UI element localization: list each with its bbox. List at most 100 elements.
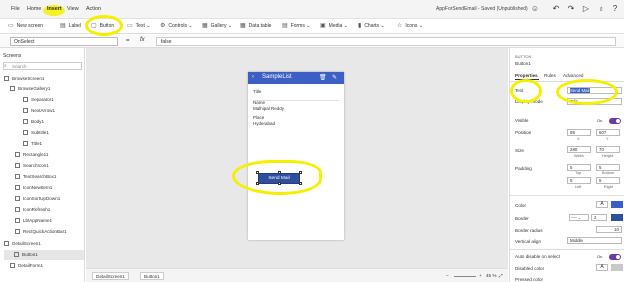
tree-item[interactable]: BrowseGallery1 bbox=[10, 84, 50, 94]
control-icon bbox=[23, 97, 28, 103]
resize-handle[interactable] bbox=[299, 171, 302, 174]
data-table-button[interactable]: ▦ Data table bbox=[240, 21, 271, 32]
resize-handle[interactable] bbox=[256, 182, 259, 185]
fit-icon[interactable]: ⤢ bbox=[499, 273, 503, 278]
control-icon bbox=[23, 141, 28, 147]
padding-left-input[interactable]: 5 bbox=[567, 177, 591, 184]
resize-handle[interactable] bbox=[299, 182, 302, 185]
border-style-dropdown[interactable]: ── ⌄ bbox=[569, 214, 589, 221]
edit-icon[interactable]: ✎ bbox=[332, 74, 337, 81]
zoom-out-icon[interactable]: − bbox=[446, 273, 449, 278]
crumb-control[interactable]: Button1 bbox=[140, 272, 164, 280]
tree-item[interactable]: IconNewItem1 bbox=[15, 183, 52, 193]
undo-icon[interactable]: ↶ bbox=[550, 3, 562, 15]
field-value: Malhipal Reddy bbox=[253, 106, 285, 111]
tree-item[interactable]: IconSortUpDown1 bbox=[15, 194, 60, 204]
icons-button[interactable]: ☆ Icons ⌄ bbox=[397, 21, 423, 32]
media-button[interactable]: ▣ Media ⌄ bbox=[320, 21, 348, 32]
gallery-button[interactable]: ▦ Gallery ⌄ bbox=[202, 21, 232, 32]
redo-icon[interactable]: ↷ bbox=[565, 3, 577, 15]
menu-file[interactable]: File bbox=[11, 6, 20, 12]
user-icon[interactable]: ♁ bbox=[595, 3, 607, 15]
tree-item[interactable]: TextSearchBox1 bbox=[15, 172, 56, 182]
right-caption: Right bbox=[604, 185, 613, 189]
delete-icon[interactable]: 🗑 bbox=[319, 74, 327, 81]
width-caption: Width bbox=[574, 154, 584, 158]
border-radius-label: Border radius bbox=[515, 228, 543, 233]
label-button[interactable]: ▤ Label bbox=[60, 21, 81, 32]
padding-top-input[interactable]: 5 bbox=[567, 164, 591, 171]
crumb-screen[interactable]: DetailScreen1 bbox=[92, 272, 129, 280]
tab-rules[interactable]: Rules bbox=[544, 73, 556, 78]
fill-color-swatch[interactable] bbox=[611, 201, 623, 208]
control-icon bbox=[23, 108, 28, 114]
position-y-input[interactable]: 607 bbox=[596, 129, 620, 136]
controls-button[interactable]: ⚙ Controls ⌄ bbox=[160, 21, 193, 32]
app-title: AppForSendEmail - Saved (Unpublished) bbox=[436, 6, 528, 12]
border-color-swatch[interactable] bbox=[611, 214, 623, 221]
run-icon[interactable]: ▷ bbox=[580, 3, 592, 15]
display-mode-dropdown[interactable]: Edit bbox=[567, 98, 622, 105]
formula-input[interactable]: false bbox=[156, 37, 616, 46]
tree-item[interactable]: Body1 bbox=[23, 117, 44, 127]
tree-item[interactable]: DetailForm1 bbox=[10, 261, 43, 271]
visible-toggle[interactable] bbox=[609, 118, 621, 124]
screens-pane: Screens ⌕ Search BrowseScreen1 BrowseGal… bbox=[0, 48, 85, 282]
position-x-input[interactable]: 88 bbox=[567, 129, 591, 136]
tree-item[interactable]: Rectangle11 bbox=[15, 150, 48, 160]
field-label: Place bbox=[253, 115, 265, 120]
tree-item-selected[interactable]: Button1 bbox=[4, 250, 84, 260]
tree-item[interactable]: Subtitle1 bbox=[23, 128, 49, 138]
resize-handle[interactable] bbox=[278, 182, 281, 185]
new-screen-button[interactable]: ▭ New screen bbox=[8, 21, 43, 32]
back-icon[interactable]: ‹ bbox=[252, 74, 254, 80]
help-icon[interactable]: ? bbox=[609, 3, 621, 15]
auto-disable-toggle[interactable] bbox=[609, 254, 621, 260]
border-radius-input[interactable]: 10 bbox=[596, 226, 622, 233]
new-screen-icon: ▭ bbox=[8, 23, 14, 29]
insert-button-button[interactable]: ▢ Button bbox=[91, 21, 114, 32]
zoom-slider[interactable] bbox=[454, 276, 476, 277]
menu-action[interactable]: Action bbox=[86, 6, 101, 12]
property-dropdown[interactable]: OnSelect bbox=[10, 37, 118, 46]
tree-item[interactable]: IconRefresh1 bbox=[15, 205, 50, 215]
tree-item[interactable]: Separator1 bbox=[23, 95, 54, 105]
resize-handle[interactable] bbox=[256, 171, 259, 174]
tab-advanced[interactable]: Advanced bbox=[563, 73, 583, 78]
menu-home[interactable]: Home bbox=[27, 6, 41, 12]
button-icon bbox=[14, 252, 19, 258]
tree-item[interactable]: BrowseScreen1 bbox=[4, 74, 84, 84]
health-icon[interactable]: ☺ bbox=[529, 3, 541, 15]
charts-button[interactable]: ▮ Charts ⌄ bbox=[358, 21, 385, 32]
border-width-input[interactable]: 2 bbox=[591, 214, 607, 221]
field-label: Name bbox=[253, 100, 266, 105]
equals-icon: = bbox=[126, 38, 130, 44]
auto-disable-state: On bbox=[597, 254, 603, 259]
media-icon: ▣ bbox=[320, 23, 326, 29]
text-button[interactable]: ▭ Text ⌄ bbox=[127, 21, 150, 32]
control-icon bbox=[15, 152, 20, 158]
tree-item[interactable]: SearchIcon1 bbox=[15, 161, 49, 171]
disabled-font-color-icon[interactable]: A bbox=[596, 264, 608, 271]
padding-bottom-input[interactable]: 5 bbox=[596, 164, 620, 171]
tree-item[interactable]: LblAppName1 bbox=[15, 216, 52, 226]
zoom-in-icon[interactable]: + bbox=[479, 273, 482, 278]
tree-item[interactable]: DetailScreen1 bbox=[4, 239, 84, 249]
padding-right-input[interactable]: 5 bbox=[596, 177, 620, 184]
text-input[interactable]: Send Mail bbox=[567, 87, 622, 94]
tree-search-input[interactable]: Search bbox=[3, 62, 82, 70]
tree-item[interactable]: Title1 bbox=[23, 139, 42, 149]
data-table-icon: ▦ bbox=[240, 23, 246, 29]
tree-item[interactable]: RectQuickActionBar1 bbox=[15, 227, 67, 237]
tree-item[interactable]: NextArrow1 bbox=[23, 106, 55, 116]
disabled-fill-swatch[interactable] bbox=[611, 264, 623, 271]
width-input[interactable]: 280 bbox=[567, 146, 591, 153]
menu-view[interactable]: View bbox=[67, 6, 79, 12]
vertical-align-dropdown[interactable]: Middle bbox=[567, 237, 622, 244]
font-color-icon[interactable]: A bbox=[596, 201, 608, 208]
forms-button[interactable]: ▤ Forms ⌄ bbox=[282, 21, 310, 32]
tab-properties[interactable]: Properties bbox=[515, 73, 538, 78]
visible-label: Visible bbox=[515, 118, 529, 123]
height-input[interactable]: 70 bbox=[596, 146, 620, 153]
resize-handle[interactable] bbox=[278, 171, 281, 174]
